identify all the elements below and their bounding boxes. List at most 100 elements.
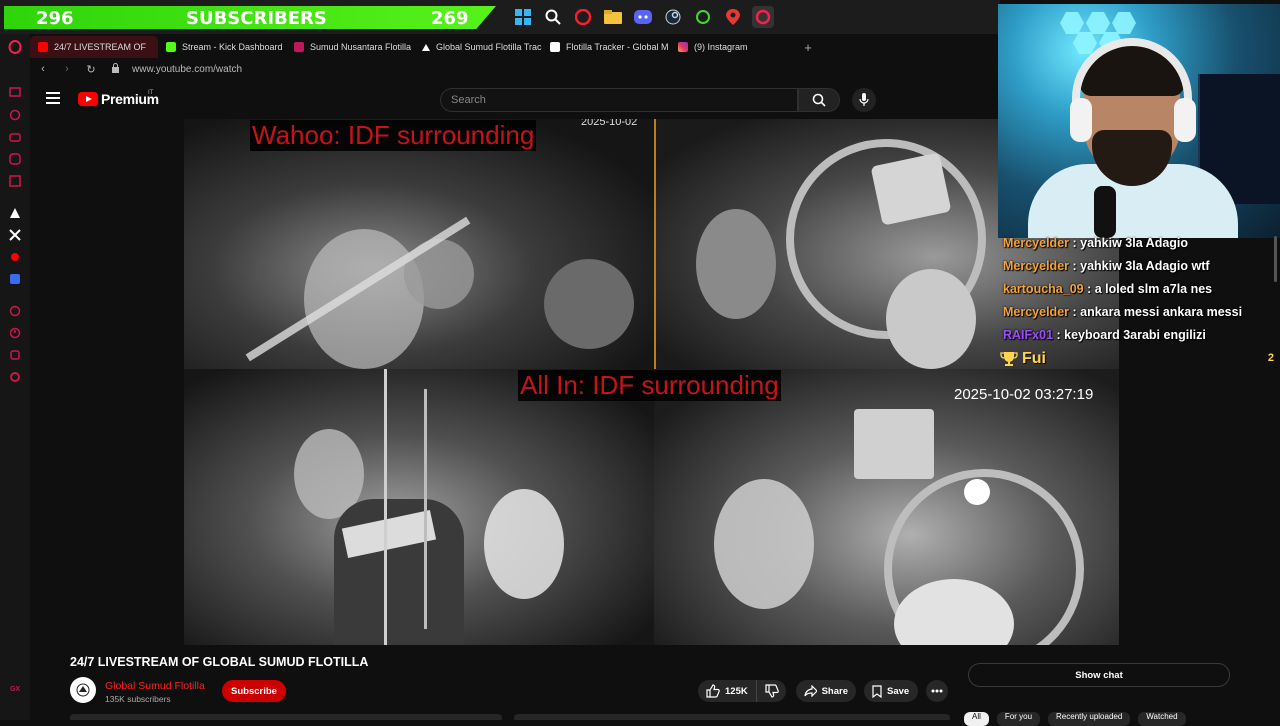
new-tab-button[interactable]: + <box>798 36 818 58</box>
player-icon[interactable] <box>8 304 22 318</box>
subscribe-button[interactable]: Subscribe <box>222 680 286 702</box>
dislike-button[interactable] <box>757 684 787 698</box>
comments-box[interactable] <box>514 714 950 720</box>
camera-feed-wahoo <box>184 119 654 369</box>
pinned-count: 2 <box>1267 352 1274 364</box>
chat-text: ankara messi ankara messi <box>1080 305 1243 319</box>
opera-icon[interactable] <box>572 6 594 28</box>
chip-recently-uploaded[interactable]: Recently uploaded <box>1048 712 1131 726</box>
share-label: Share <box>821 685 848 697</box>
settings-icon[interactable] <box>8 370 22 384</box>
tab-flotilla-tracker-1[interactable]: Global Sumud Flotilla Trac <box>414 36 542 58</box>
youtube-logo[interactable]: Premium <box>78 91 159 107</box>
video-player[interactable]: Wahoo: IDF surrounding 2025-10-02 All In… <box>184 119 1119 645</box>
streamer-microphone <box>1094 186 1116 238</box>
x-icon[interactable] <box>8 228 22 242</box>
steam-icon[interactable] <box>662 6 684 28</box>
tab-sumud-nusantara[interactable]: Sumud Nusantara Flotilla <box>286 36 414 58</box>
browser-sidebar: GX <box>0 34 30 720</box>
youtube-music-icon[interactable] <box>8 250 22 264</box>
history-icon[interactable] <box>8 326 22 340</box>
ai-icon[interactable] <box>8 206 22 220</box>
flotilla-icon <box>294 42 304 52</box>
chip-all[interactable]: All <box>964 712 989 726</box>
tab-label: 24/7 LIVESTREAM OF <box>54 42 147 52</box>
chat-message: Mercyelder : yahkiw 3la Adagio wtf <box>1003 259 1210 273</box>
maps-icon[interactable] <box>722 6 744 28</box>
camera-feed-all-in <box>184 369 654 645</box>
more-icon <box>931 689 943 693</box>
tab-label: (9) Instagram <box>694 42 748 52</box>
chip-for-you[interactable]: For you <box>996 712 1041 726</box>
chat-scrollbar[interactable] <box>1274 236 1277 282</box>
tab-youtube[interactable]: 24/7 LIVESTREAM OF <box>30 36 158 58</box>
share-button[interactable]: Share <box>796 680 856 702</box>
like-button[interactable]: 125K <box>698 680 757 702</box>
triangle-icon <box>422 43 430 51</box>
opera-logo-icon[interactable] <box>8 40 22 54</box>
youtube-play-icon <box>78 92 98 106</box>
chat-message: Mercyelder : ankara messi ankara messi <box>1003 305 1243 319</box>
chat-text: yahkiw 3la Adagio <box>1080 236 1189 250</box>
thumbs-down-icon <box>765 684 779 698</box>
description-box[interactable] <box>70 714 502 720</box>
voice-search-button[interactable] <box>852 88 876 112</box>
folder-icon[interactable] <box>602 6 624 28</box>
back-icon[interactable]: ‹ <box>36 63 50 75</box>
search-button[interactable] <box>798 88 840 112</box>
bag-icon[interactable] <box>8 174 22 188</box>
twitch-icon[interactable] <box>8 86 22 100</box>
tab-strip: 24/7 LIVESTREAM OF Stream - Kick Dashboa… <box>30 36 998 58</box>
share-icon <box>804 685 817 697</box>
extensions-icon[interactable] <box>8 348 22 362</box>
url-field[interactable]: www.youtube.com/watch <box>132 64 242 75</box>
search-input[interactable]: Search <box>440 88 798 112</box>
gx-icon[interactable]: GX <box>8 682 22 696</box>
subscriber-count-right: 269 <box>431 8 469 29</box>
youtube-header: Premium IT Search <box>30 82 998 118</box>
controller-icon[interactable] <box>8 130 22 144</box>
chat-message: RAIFx01 : keyboard 3arabi engilizi <box>1003 328 1206 342</box>
show-chat-button[interactable]: Show chat <box>968 663 1230 687</box>
forward-icon[interactable]: › <box>60 63 74 75</box>
camera-label-bottom: All In: IDF surrounding <box>518 370 781 401</box>
tab-kick[interactable]: Stream - Kick Dashboard <box>158 36 286 58</box>
chip-watched[interactable]: Watched <box>1138 712 1186 726</box>
channel-name[interactable]: Global Sumud Flotilla <box>105 680 205 692</box>
wallet-icon[interactable] <box>8 108 22 122</box>
trophy-icon <box>1000 352 1018 366</box>
camera-label-top: Wahoo: IDF surrounding <box>250 120 537 151</box>
tab-label: Sumud Nusantara Flotilla <box>310 42 412 52</box>
opera-gx-icon[interactable] <box>752 6 774 28</box>
related-chips: All For you Recently uploaded Watched <box>964 712 1186 726</box>
chat-message: Mercyelder : yahkiw 3la Adagio <box>1003 236 1189 250</box>
chat-text: keyboard 3arabi engilizi <box>1064 328 1206 342</box>
save-button[interactable]: Save <box>864 680 918 702</box>
channel-avatar[interactable] <box>70 677 96 703</box>
news-icon[interactable] <box>8 152 22 166</box>
razer-icon[interactable] <box>692 6 714 28</box>
subscriber-count-left: 296 <box>36 8 74 29</box>
tab-instagram[interactable]: (9) Instagram <box>670 36 798 58</box>
reload-icon[interactable]: ↻ <box>84 63 98 76</box>
pinned-leaderboard: Fui 2 <box>1000 347 1274 371</box>
tab-flotilla-tracker-2[interactable]: Flotilla Tracker - Global M <box>542 36 670 58</box>
like-count: 125K <box>725 685 748 697</box>
video-timestamp: 2025-10-02 03:27:19 <box>954 386 1094 403</box>
streamer-webcam <box>998 4 1280 238</box>
windows-icon[interactable] <box>512 6 534 28</box>
vpn-icon[interactable] <box>8 272 22 286</box>
more-actions-button[interactable] <box>926 680 948 702</box>
country-code: IT <box>148 90 154 96</box>
like-dislike-group: 125K <box>698 680 786 702</box>
chat-username: RAIFx01 <box>1003 328 1054 342</box>
lock-icon <box>108 62 122 76</box>
tab-label: Global Sumud Flotilla Trac <box>436 42 542 52</box>
search-icon[interactable] <box>542 6 564 28</box>
discord-icon[interactable] <box>632 6 654 28</box>
taskbar <box>512 6 774 28</box>
menu-icon[interactable] <box>46 92 60 104</box>
subscriber-label: SUBSCRIBERS <box>186 8 327 29</box>
address-bar: ‹ › ↻ www.youtube.com/watch <box>30 58 998 80</box>
chat-text: yahkiw 3la Adagio wtf <box>1080 259 1210 273</box>
